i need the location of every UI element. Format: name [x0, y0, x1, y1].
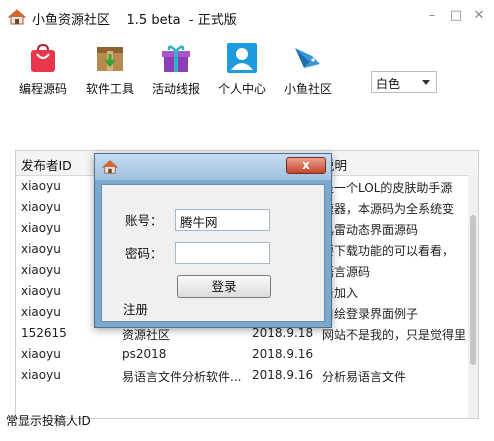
cell-description: 速器，本源码为全系统变 [322, 202, 455, 216]
toolbar-label: 小鱼社区 [283, 82, 332, 96]
cell-date: 2018.9.18 [252, 326, 314, 340]
account-input[interactable]: 腾牛网 [175, 209, 270, 231]
theme-select[interactable]: 白色 [371, 71, 437, 93]
cell-date: 2018.9.16 [252, 368, 314, 382]
login-dialog: x 账号： 腾牛网 密码： 登录 注册 [94, 153, 332, 328]
register-link[interactable]: 注册 [123, 299, 148, 318]
cell-description: 自绘登录界面例子 [322, 307, 419, 321]
cell-publisher: xiaoyu [21, 347, 61, 361]
toolbar-software-tools[interactable]: 软件工具 [78, 40, 142, 102]
table-row[interactable]: xiaoyu 易语言文件分析软件... 2018.9.16 分析易语言文件 [16, 365, 465, 386]
cell-description: 网站不是我的，只是觉得里面 [322, 328, 465, 342]
cell-description: 分析易语言文件 [322, 370, 407, 384]
toolbar-label: 个人中心 [217, 82, 266, 96]
cell-description: 击加入 [322, 286, 359, 300]
home-icon [102, 160, 118, 174]
account-label: 账号： [125, 213, 163, 228]
toolbar-label: 活动线报 [151, 82, 200, 96]
gift-icon [162, 45, 190, 72]
window-title: 小鱼资源社区 1.5 beta - 正式版 [32, 13, 237, 28]
theme-select-value: 白色 [376, 77, 401, 91]
minimize-button[interactable]: – [425, 9, 439, 23]
chevron-down-icon [422, 80, 430, 85]
password-label: 密码： [125, 246, 163, 261]
package-box-icon [97, 47, 123, 71]
cell-publisher: xiaoyu [21, 368, 61, 382]
toolbar-source-code[interactable]: 编程源码 [11, 40, 75, 102]
maximize-button[interactable]: □ [449, 9, 463, 23]
dialog-title-bar[interactable]: x [95, 154, 331, 180]
cell-title: 易语言文件分析软件... [122, 370, 242, 384]
cell-description: 是一个LOL的皮肤助手源 [322, 181, 453, 195]
vertical-scrollbar[interactable] [468, 175, 478, 418]
toolbar-label: 软件工具 [85, 82, 134, 96]
password-input[interactable] [175, 242, 270, 264]
shopping-bag-icon [31, 43, 55, 72]
cell-title: ps2018 [122, 347, 167, 361]
user-icon [227, 43, 257, 73]
dialog-body: 账号： 腾牛网 密码： 登录 注册 [101, 184, 325, 322]
cell-description: 要下载功能的可以看看， [322, 244, 455, 258]
toolbar-user-center[interactable]: 个人中心 [210, 40, 274, 102]
home-icon [8, 9, 26, 25]
cell-publisher: 152615 [21, 326, 67, 340]
cell-date: 2018.9.16 [252, 347, 314, 361]
column-header[interactable]: 发布者ID [21, 155, 72, 174]
login-button[interactable]: 登录 [177, 275, 271, 298]
close-button[interactable]: ✕ [472, 9, 486, 23]
dialog-close-button[interactable]: x [286, 157, 326, 174]
title-bar: 小鱼资源社区 1.5 beta - 正式版 – □ ✕ [0, 0, 494, 36]
toolbar-community[interactable]: 小鱼社区 [276, 40, 340, 102]
table-row[interactable]: xiaoyu ps2018 2018.9.16 [16, 344, 465, 365]
cell-description: 迅雷动态界面源码 [322, 223, 419, 237]
toolbar-activities[interactable]: 活动线报 [144, 40, 208, 102]
scrollbar-thumb[interactable] [470, 215, 476, 365]
cell-title: 资源社区 [122, 328, 171, 342]
fish-icon [295, 48, 320, 68]
toolbar-label: 编程源码 [18, 82, 67, 96]
status-bar-text: 常显示投稿人ID [6, 414, 91, 428]
cell-description: 语言源码 [322, 265, 371, 279]
